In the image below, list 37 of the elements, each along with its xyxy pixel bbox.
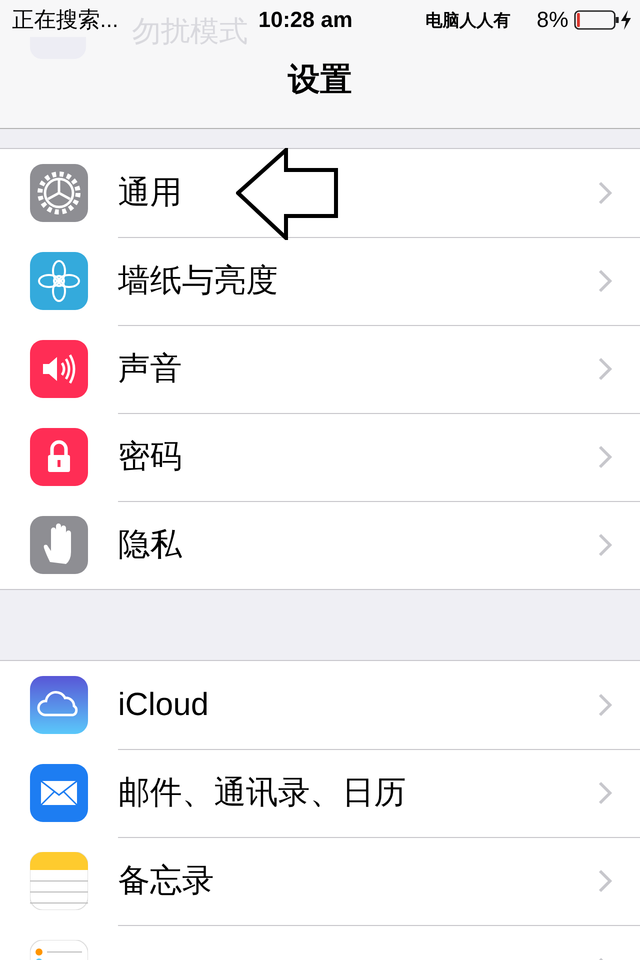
row-label: 备忘录 bbox=[118, 860, 214, 900]
settings-row[interactable]: 备忘录 bbox=[0, 837, 640, 925]
settings-row[interactable]: 声音 bbox=[0, 325, 640, 413]
chevron-icon bbox=[598, 180, 612, 204]
flower-icon bbox=[30, 252, 88, 310]
envelope-icon bbox=[30, 764, 88, 822]
settings-row[interactable]: 墙纸与亮度 bbox=[0, 237, 640, 325]
clock-time: 10:28 am bbox=[258, 7, 354, 33]
chevron-icon bbox=[598, 356, 612, 380]
chevron-icon bbox=[598, 868, 612, 892]
settings-row[interactable]: iCloud bbox=[0, 661, 640, 749]
hand-icon bbox=[30, 516, 88, 574]
row-label: 墙纸与亮度 bbox=[118, 260, 278, 300]
carrier-name: 电脑人人有 bbox=[425, 10, 512, 32]
chevron-icon bbox=[598, 780, 612, 804]
activity-text: 正在搜索... bbox=[12, 6, 118, 34]
page-title: 设置 bbox=[288, 60, 352, 99]
cloud-icon bbox=[30, 676, 88, 734]
lock-icon bbox=[30, 428, 88, 486]
settings-row[interactable]: 邮件、通讯录、日历 bbox=[0, 749, 640, 837]
battery-icon bbox=[574, 9, 620, 31]
battery-percent: 8% bbox=[536, 7, 568, 33]
settings-row[interactable]: 隐私 bbox=[0, 501, 640, 589]
chevron-icon bbox=[598, 444, 612, 468]
notepad-icon bbox=[30, 852, 88, 910]
gear-icon bbox=[30, 164, 88, 222]
row-label: 隐私 bbox=[118, 525, 182, 564]
chevron-icon bbox=[598, 692, 612, 716]
row-label: 密码 bbox=[118, 436, 182, 476]
speaker-icon bbox=[30, 340, 88, 398]
row-label: 声音 bbox=[118, 348, 182, 388]
chevron-icon bbox=[598, 268, 612, 292]
row-label: 通用 bbox=[118, 172, 182, 212]
row-label: 邮件、通讯录、日历 bbox=[118, 772, 406, 812]
chevron-icon bbox=[598, 533, 612, 557]
settings-row[interactable]: 密码 bbox=[0, 413, 640, 501]
row-label: iCloud bbox=[118, 686, 209, 723]
